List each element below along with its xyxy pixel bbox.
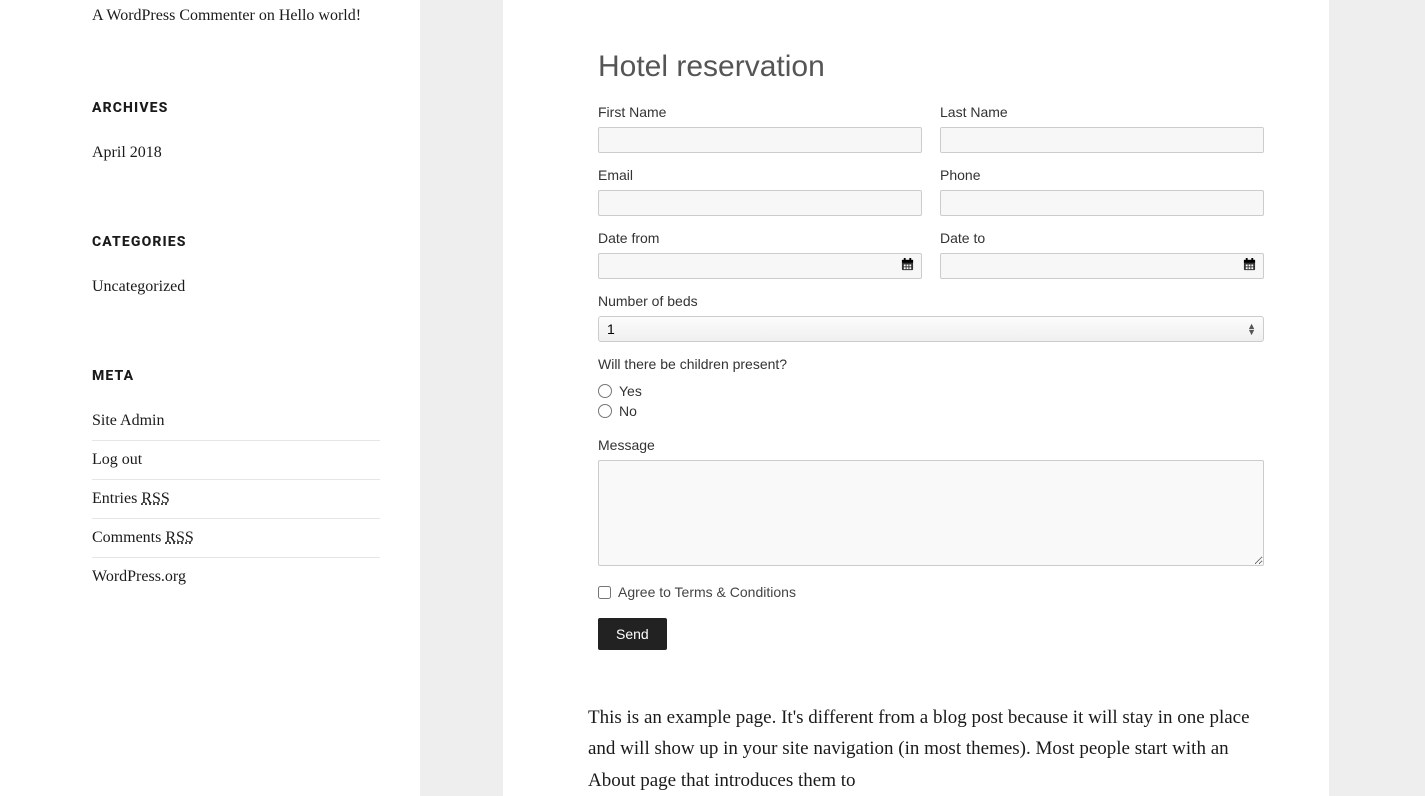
meta-link-log-out[interactable]: Log out — [92, 451, 142, 468]
widget-title: META — [92, 368, 380, 384]
rss-abbr: RSS — [165, 529, 193, 546]
children-no-label: No — [619, 403, 637, 419]
send-button[interactable]: Send — [598, 618, 667, 650]
widget-categories: CATEGORIES Uncategorized — [92, 234, 380, 306]
archives-list: April 2018 — [92, 144, 380, 172]
date-from-label: Date from — [598, 230, 922, 246]
email-field[interactable] — [598, 190, 922, 216]
list-item: Log out — [92, 441, 380, 480]
date-from-field[interactable] — [598, 253, 922, 279]
meta-link-wordpress-org[interactable]: WordPress.org — [92, 568, 186, 585]
phone-field[interactable] — [940, 190, 1264, 216]
children-yes-radio[interactable] — [598, 384, 612, 398]
email-label: Email — [598, 167, 922, 183]
layout-gap — [420, 0, 503, 796]
comment-joiner: on — [255, 7, 279, 24]
message-label: Message — [598, 437, 1264, 453]
category-link[interactable]: Uncategorized — [92, 278, 185, 295]
archive-link[interactable]: April 2018 — [92, 144, 162, 161]
meta-link-entries-rss[interactable]: Entries RSS — [92, 490, 170, 507]
comment-author-link[interactable]: A WordPress Commenter — [92, 7, 255, 24]
terms-row[interactable]: Agree to Terms & Conditions — [598, 584, 1264, 600]
list-item: WordPress.org — [92, 558, 380, 596]
widget-archives: ARCHIVES April 2018 — [92, 100, 380, 172]
list-item: Site Admin — [92, 412, 380, 441]
meta-link-prefix: Comments — [92, 529, 165, 546]
children-no-radio[interactable] — [598, 404, 612, 418]
main-content: Hotel reservation First Name Last Name E… — [503, 0, 1329, 796]
meta-link-prefix: Entries — [92, 490, 141, 507]
children-yes-label: Yes — [619, 383, 642, 399]
hotel-reservation-form: Hotel reservation First Name Last Name E… — [588, 40, 1274, 660]
first-name-label: First Name — [598, 104, 922, 120]
beds-label: Number of beds — [598, 293, 1264, 309]
last-name-field[interactable] — [940, 127, 1264, 153]
list-item: Comments RSS — [92, 519, 380, 558]
terms-label: Agree to Terms & Conditions — [618, 584, 796, 600]
list-item: Entries RSS — [92, 480, 380, 519]
rss-abbr: RSS — [141, 490, 169, 507]
children-label: Will there be children present? — [598, 356, 1264, 372]
comment-post-link[interactable]: Hello world! — [279, 7, 361, 24]
widget-title: ARCHIVES — [92, 100, 380, 116]
date-to-field[interactable] — [940, 253, 1264, 279]
form-title: Hotel reservation — [598, 50, 1264, 84]
meta-link-site-admin[interactable]: Site Admin — [92, 412, 164, 429]
page-body-text: This is an example page. It's different … — [588, 702, 1274, 796]
meta-list: Site Admin Log out Entries RSS Comments … — [92, 412, 380, 596]
widget-meta: META Site Admin Log out Entries RSS Comm… — [92, 368, 380, 596]
terms-checkbox[interactable] — [598, 586, 611, 599]
list-item: April 2018 — [92, 144, 380, 172]
recent-comment-item: A WordPress Commenter on Hello world! — [92, 0, 380, 38]
date-to-label: Date to — [940, 230, 1264, 246]
beds-select[interactable]: 1 — [598, 316, 1264, 342]
layout-gutter — [1329, 0, 1425, 796]
last-name-label: Last Name — [940, 104, 1264, 120]
phone-label: Phone — [940, 167, 1264, 183]
first-name-field[interactable] — [598, 127, 922, 153]
sidebar: A WordPress Commenter on Hello world! AR… — [0, 0, 420, 796]
widget-title: CATEGORIES — [92, 234, 380, 250]
children-no-row[interactable]: No — [598, 403, 1264, 419]
message-field[interactable] — [598, 460, 1264, 566]
list-item: Uncategorized — [92, 278, 380, 306]
categories-list: Uncategorized — [92, 278, 380, 306]
meta-link-comments-rss[interactable]: Comments RSS — [92, 529, 194, 546]
children-yes-row[interactable]: Yes — [598, 383, 1264, 399]
